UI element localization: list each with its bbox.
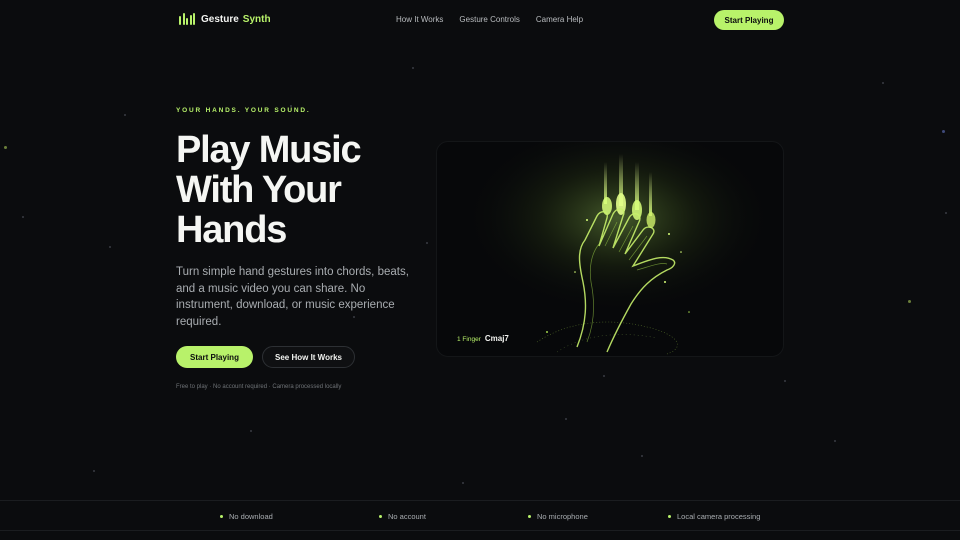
start-playing-button[interactable]: Start Playing bbox=[176, 346, 253, 368]
feature-label: No download bbox=[229, 512, 273, 521]
main-nav: How It Works Gesture Controls Camera Hel… bbox=[396, 15, 583, 24]
headline-line-1: Play Music bbox=[176, 129, 362, 171]
feature-label: Local camera processing bbox=[677, 512, 761, 521]
chord-indicator: 1 Finger Cmaj7 bbox=[457, 334, 509, 343]
brand-name-gesture: Gesture bbox=[201, 13, 239, 25]
bullet-dot-icon bbox=[528, 515, 531, 518]
feature-no-microphone: No microphone bbox=[528, 512, 588, 521]
chord-name-label: Cmaj7 bbox=[484, 334, 509, 343]
headline-line-2: With Your bbox=[176, 169, 342, 211]
nav-camera-help[interactable]: Camera Help bbox=[536, 15, 583, 24]
headline-line-3: Hands bbox=[176, 209, 287, 251]
glowing-hand-illustration bbox=[437, 142, 783, 356]
finger-count-label: 1 Finger bbox=[457, 336, 481, 343]
features-strip: No download No account No microphone Loc… bbox=[0, 500, 960, 531]
feature-local-camera-processing: Local camera processing bbox=[668, 512, 760, 521]
see-how-it-works-button[interactable]: See How It Works bbox=[262, 346, 355, 368]
bullet-dot-icon bbox=[379, 515, 382, 518]
hero-subtitle: Turn simple hand gestures into chords, b… bbox=[176, 266, 409, 328]
nav-how-it-works[interactable]: How It Works bbox=[396, 15, 443, 24]
feature-no-download: No download bbox=[220, 512, 273, 521]
hero-eyebrow: YOUR HANDS. YOUR SOUND. bbox=[176, 107, 311, 114]
bullet-dot-icon bbox=[220, 515, 223, 518]
brand-name-synth: Synth bbox=[242, 13, 271, 25]
brand-logo[interactable]: Gesture Synth bbox=[179, 13, 271, 25]
feature-label: No microphone bbox=[537, 512, 588, 521]
feature-no-account: No account bbox=[379, 512, 426, 521]
hero-headline: Play Music With Your Hands bbox=[176, 130, 436, 250]
bullet-dot-icon bbox=[668, 515, 671, 518]
hand-gesture-visual: 1 Finger Cmaj7 bbox=[436, 141, 784, 357]
nav-gesture-controls[interactable]: Gesture Controls bbox=[459, 15, 519, 24]
feature-label: No account bbox=[388, 512, 426, 521]
header-start-playing-button[interactable]: Start Playing bbox=[714, 10, 784, 30]
hero-fineprint: Free to play · No account required · Cam… bbox=[176, 384, 342, 390]
top-navigation-bar: Gesture Synth How It Works Gesture Contr… bbox=[0, 0, 960, 40]
equalizer-bars-icon bbox=[179, 13, 195, 25]
